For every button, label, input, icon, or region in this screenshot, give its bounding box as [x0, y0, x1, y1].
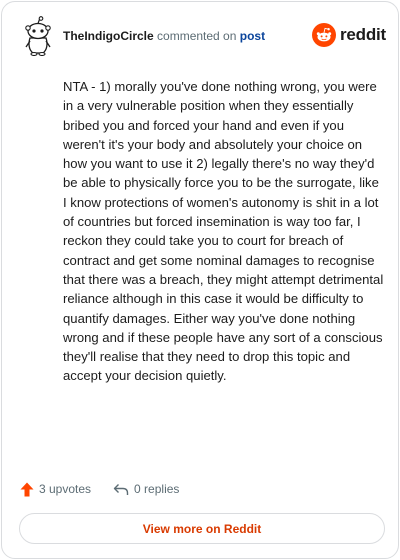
reply-button[interactable]: 0 replies [113, 482, 179, 496]
upvote-button[interactable]: 3 upvotes [20, 482, 91, 497]
reddit-alien-icon [311, 23, 336, 47]
user-avatar[interactable] [20, 16, 56, 57]
upvote-count: 3 upvotes [39, 482, 92, 496]
upvote-arrow-icon [20, 482, 34, 496]
reply-count: 0 replies [134, 482, 180, 496]
snoo-avatar-icon [25, 16, 51, 57]
reddit-wordmark: reddit [339, 25, 386, 44]
embed-card: TheIndigoCircle commented on post reddit… [1, 1, 399, 559]
comment-body: NTA - 1) morally you've done nothing wro… [63, 79, 384, 384]
username-link[interactable]: TheIndigoCircle [63, 29, 154, 43]
comment-verb: commented on [157, 29, 237, 43]
comment-header: TheIndigoCircle commented on post reddit [20, 16, 386, 57]
comment-actions: 3 upvotes 0 replies [20, 480, 179, 498]
reply-arrow-icon [113, 483, 129, 495]
comment-meta: TheIndigoCircle commented on post [63, 29, 265, 43]
view-more-button[interactable]: View more on Reddit [19, 513, 385, 544]
reddit-logo[interactable]: reddit [311, 23, 386, 47]
post-link[interactable]: post [240, 29, 265, 43]
